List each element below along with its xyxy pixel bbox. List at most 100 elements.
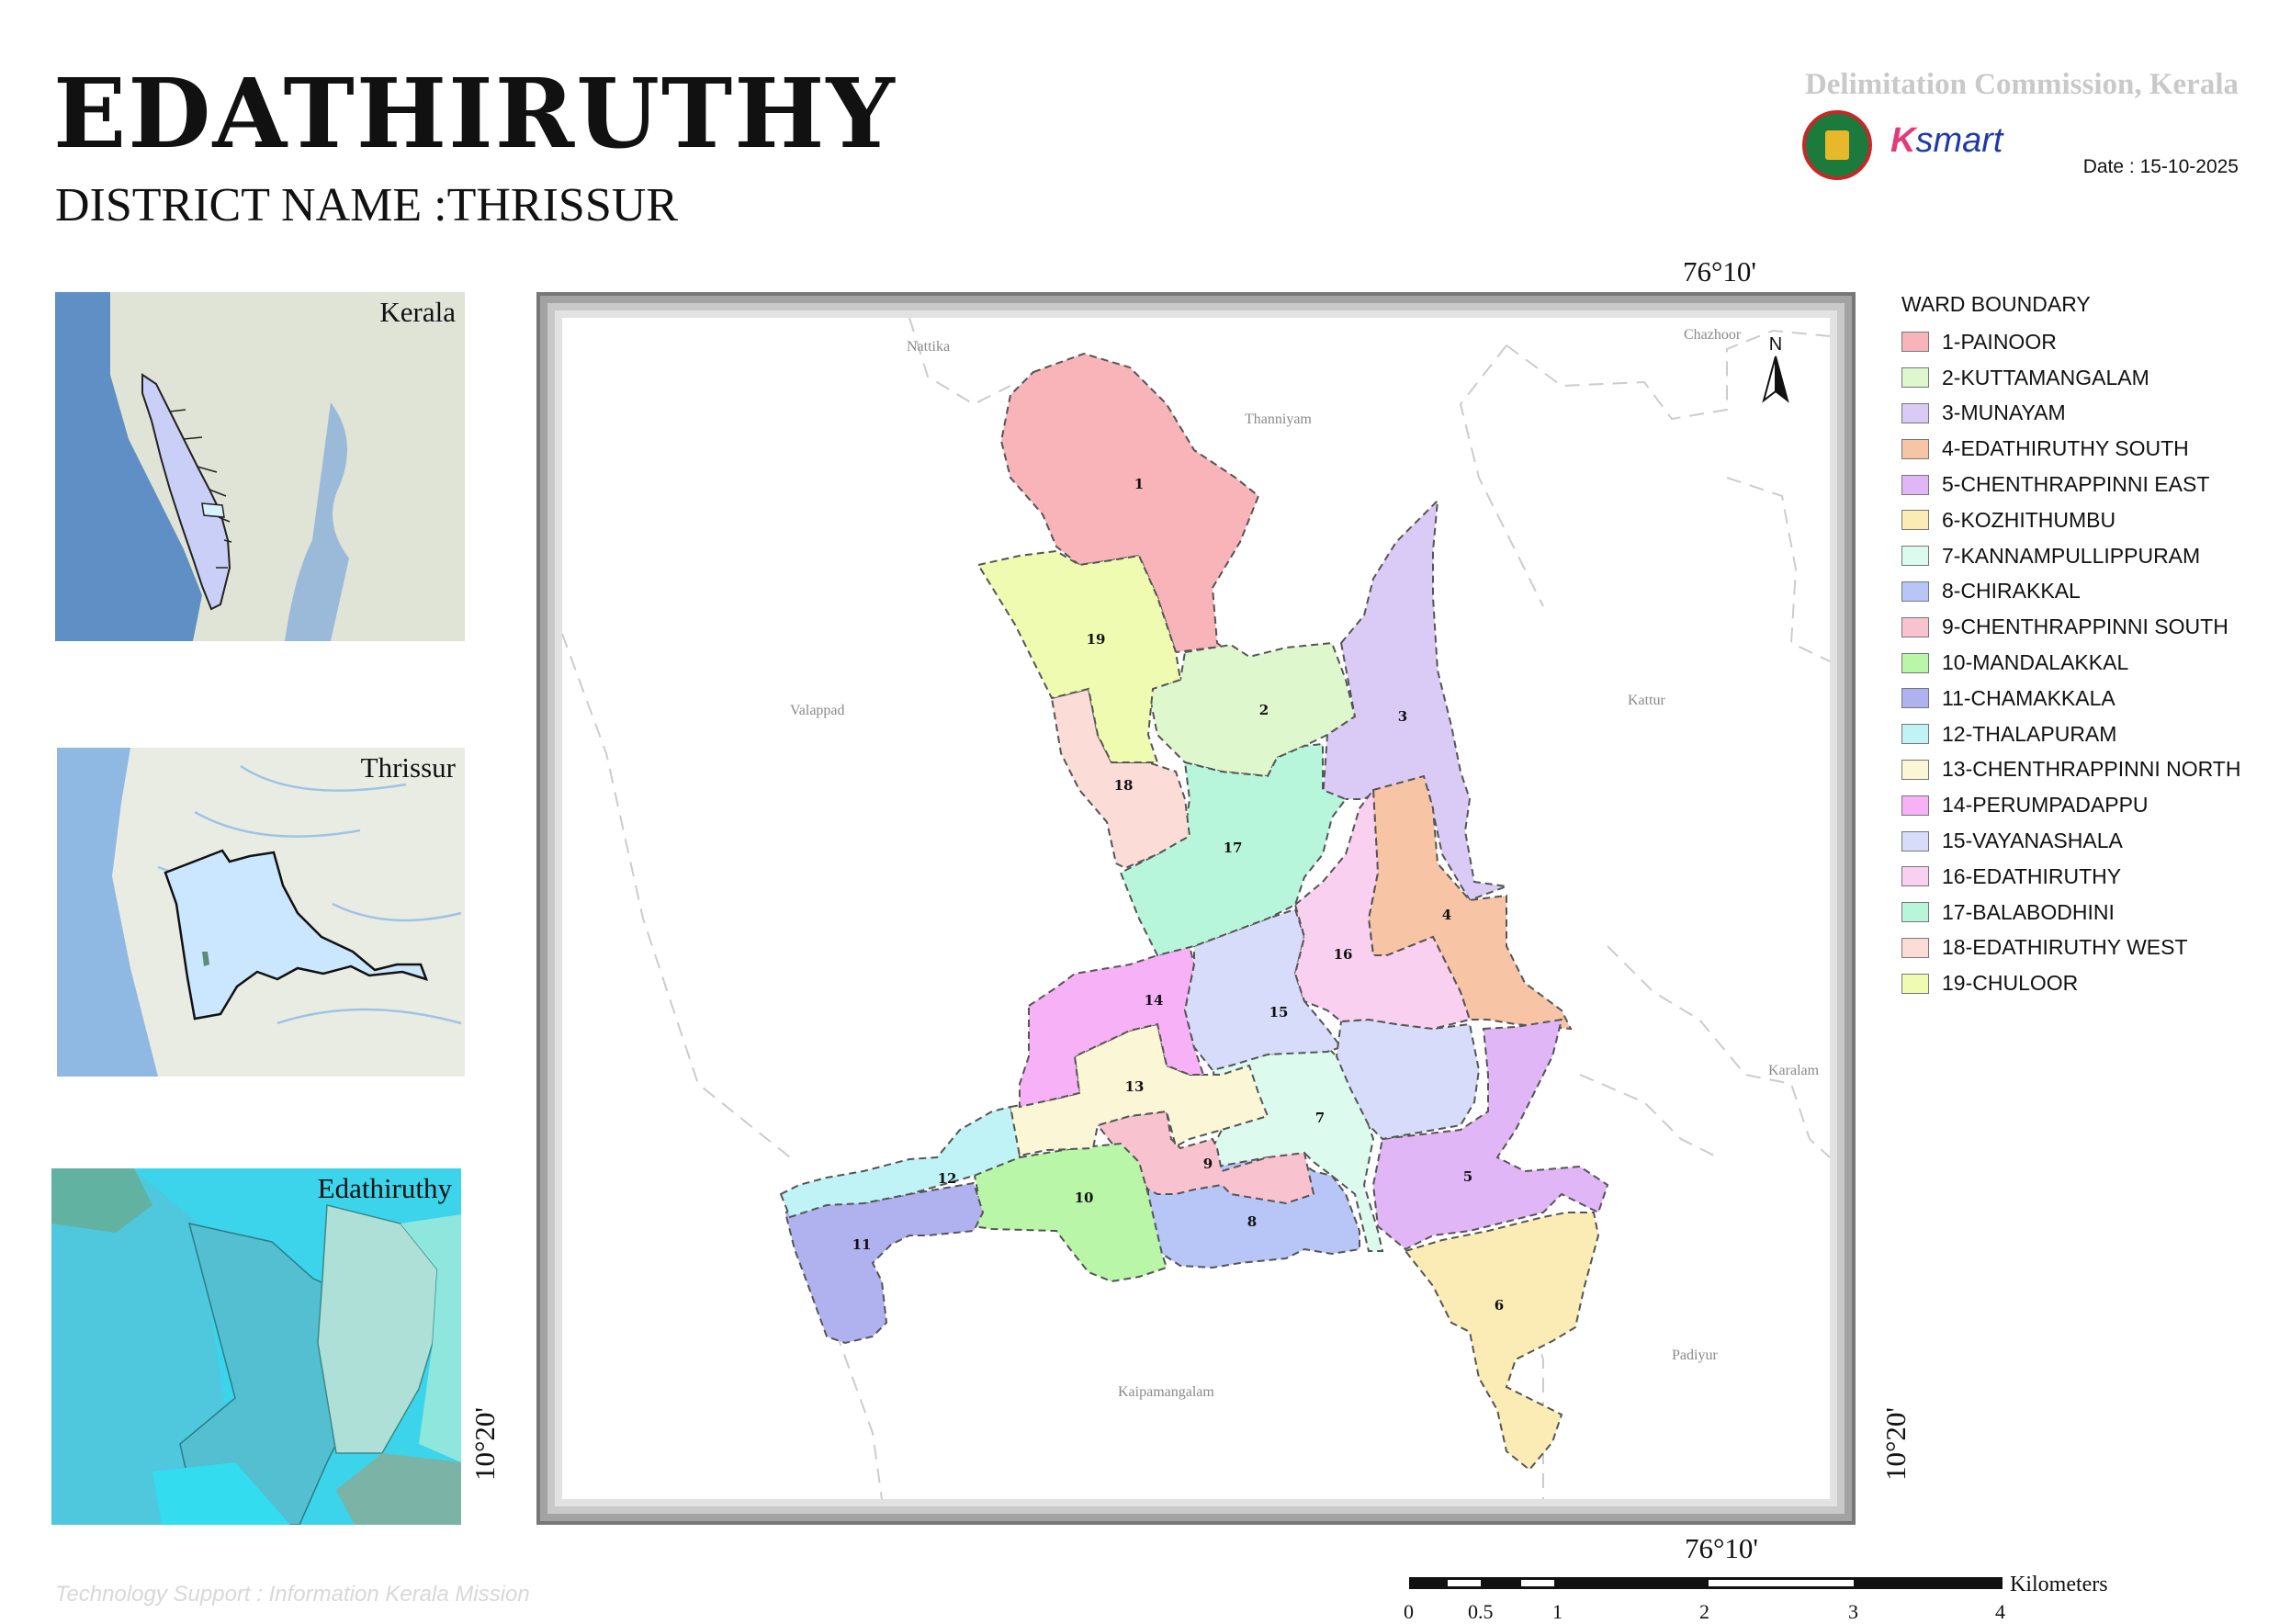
legend: WARD BOUNDARY 1-PAINOOR 2-KUTTAMANGALAM 3-… bbox=[1901, 292, 2240, 1001]
scale-tick-2: 2 bbox=[1699, 1600, 1709, 1623]
top-longitude-label: 76°10' bbox=[1683, 255, 1756, 288]
ward-number-7: 7 bbox=[1315, 1110, 1325, 1126]
right-latitude-label: 10°20' bbox=[1879, 1407, 1912, 1481]
legend-label: 8-CHIRAKKAL bbox=[1942, 579, 2081, 603]
legend-item: 5-CHENTHRAPPINNI EAST bbox=[1901, 467, 2240, 502]
scale-tick-4: 4 bbox=[1995, 1600, 2005, 1623]
ward-number-10: 10 bbox=[1075, 1190, 1094, 1206]
ward-number-3: 3 bbox=[1398, 708, 1407, 725]
legend-item: 2-KUTTAMANGALAM bbox=[1901, 360, 2240, 396]
ward-number-4: 4 bbox=[1442, 907, 1451, 923]
legend-item: 11-CHAMAKKALA bbox=[1901, 681, 2240, 716]
label-kaipamangalam: Kaipamangalam bbox=[1118, 1384, 1214, 1400]
edathiruthy-inset: Edathiruthy bbox=[51, 1168, 461, 1525]
legend-item: 12-THALAPURAM bbox=[1901, 716, 2240, 752]
ward-number-15: 15 bbox=[1269, 1004, 1289, 1021]
ward-number-9: 9 bbox=[1203, 1156, 1213, 1172]
legend-swatch bbox=[1901, 402, 1929, 423]
label-thanniyam: Thanniyam bbox=[1245, 412, 1312, 427]
kerala-inset-label: Kerala bbox=[379, 296, 456, 328]
scale-tick-1: 1 bbox=[1552, 1600, 1563, 1623]
legend-item: 7-KANNAMPULLIPPURAM bbox=[1901, 538, 2240, 574]
legend-item: 9-CHENTHRAPPINNI SOUTH bbox=[1901, 609, 2240, 645]
legend-label: 5-CHENTHRAPPINNI EAST bbox=[1942, 472, 2210, 497]
legend-label: 17-BALABODHINI bbox=[1942, 899, 2115, 924]
legend-label: 19-CHULOOR bbox=[1942, 971, 2079, 996]
label-valappad: Valappad bbox=[790, 703, 845, 718]
main-map-canvas: Nattika Thanniyam Chazhoor Valappad Katt… bbox=[536, 292, 1856, 1525]
ksmart-logo-text: smart bbox=[1915, 121, 2003, 160]
legend-label: 10-MANDALAKKAL bbox=[1942, 650, 2129, 675]
thrissur-inset: Thrissur bbox=[57, 748, 465, 1077]
legend-item: 15-VAYANASHALA bbox=[1901, 823, 2240, 859]
legend-swatch bbox=[1901, 724, 1929, 745]
legend-item: 16-EDATHIRUTHY bbox=[1901, 859, 2240, 895]
ward-number-13: 13 bbox=[1125, 1078, 1145, 1095]
legend-item: 8-CHIRAKKAL bbox=[1901, 574, 2240, 610]
ward-number-2: 2 bbox=[1259, 702, 1269, 718]
legend-label: 7-KANNAMPULLIPPURAM bbox=[1942, 543, 2201, 568]
legend-label: 13-CHENTHRAPPINNI NORTH bbox=[1942, 757, 2241, 782]
edathiruthy-inset-map bbox=[51, 1168, 461, 1525]
commission-name: Delimitation Commission, Kerala bbox=[1804, 68, 2239, 101]
legend-items: 1-PAINOOR 2-KUTTAMANGALAM 3-MUNAYAM 4-EDATH… bbox=[1901, 324, 2240, 1001]
election-commission-seal-icon bbox=[1802, 110, 1872, 180]
ksmart-logo: Ksmart bbox=[1890, 121, 2003, 161]
scale-tick-3: 3 bbox=[1848, 1600, 1858, 1623]
legend-swatch bbox=[1901, 616, 1929, 637]
map-date: Date : 15-10-2025 bbox=[2082, 156, 2239, 177]
legend-item: 19-CHULOOR bbox=[1901, 965, 2240, 1001]
thrissur-inset-label: Thrissur bbox=[360, 751, 456, 784]
scale-tick-0: 0 bbox=[1404, 1600, 1414, 1623]
legend-swatch bbox=[1901, 581, 1929, 602]
ward-number-6: 6 bbox=[1495, 1297, 1504, 1314]
legend-swatch bbox=[1901, 652, 1929, 673]
ward-number-19: 19 bbox=[1087, 631, 1106, 648]
bottom-longitude-label: 76°10' bbox=[1685, 1532, 1758, 1564]
left-latitude-label: 10°20' bbox=[468, 1407, 501, 1481]
legend-label: 12-THALAPURAM bbox=[1942, 721, 2117, 746]
district-name: DISTRICT NAME :THRISSUR bbox=[55, 179, 679, 231]
label-karalam: Karalam bbox=[1768, 1063, 1820, 1078]
legend-label: 1-PAINOOR bbox=[1942, 329, 2057, 354]
legend-label: 9-CHENTHRAPPINNI SOUTH bbox=[1942, 615, 2228, 639]
legend-swatch bbox=[1901, 866, 1929, 887]
label-nattika: Nattika bbox=[907, 339, 950, 355]
scale-unit-label: Kilometers bbox=[2010, 1573, 2108, 1596]
legend-swatch bbox=[1901, 937, 1929, 958]
technology-credit: Technology Support : Information Kerala … bbox=[55, 1582, 530, 1607]
legend-swatch bbox=[1901, 438, 1929, 459]
legend-swatch bbox=[1901, 759, 1929, 780]
legend-label: 16-EDATHIRUTHY bbox=[1942, 863, 2122, 888]
ksmart-logo-k: K bbox=[1890, 121, 1916, 160]
ward-number-11: 11 bbox=[852, 1236, 872, 1253]
label-chazhoor: Chazhoor bbox=[1684, 327, 1742, 343]
legend-item: 3-MUNAYAM bbox=[1901, 396, 2240, 432]
legend-item: 18-EDATHIRUTHY WEST bbox=[1901, 930, 2240, 966]
legend-item: 13-CHENTHRAPPINNI NORTH bbox=[1901, 752, 2240, 788]
edathiruthy-inset-label: Edathiruthy bbox=[317, 1172, 452, 1204]
legend-item: 6-KOZHITHUMBU bbox=[1901, 502, 2240, 538]
kerala-inset: Kerala bbox=[55, 292, 465, 641]
legend-swatch bbox=[1901, 332, 1929, 353]
legend-item: 14-PERUMPADAPPU bbox=[1901, 787, 2240, 823]
scale-tick-0-5: 0.5 bbox=[1468, 1600, 1494, 1623]
map-title: EDATHIRUTHY bbox=[53, 57, 897, 170]
thrissur-inset-map bbox=[57, 748, 465, 1077]
label-kattur: Kattur bbox=[1628, 693, 1666, 708]
north-arrow-label: N bbox=[1769, 334, 1782, 355]
ward-number-18: 18 bbox=[1114, 777, 1134, 794]
legend-label: 14-PERUMPADAPPU bbox=[1942, 793, 2149, 818]
legend-swatch bbox=[1901, 973, 1929, 994]
legend-label: 6-KOZHITHUMBU bbox=[1942, 507, 2116, 532]
legend-swatch bbox=[1901, 546, 1929, 567]
ward-number-14: 14 bbox=[1145, 992, 1164, 1009]
legend-label: 15-VAYANASHALA bbox=[1942, 829, 2123, 853]
legend-swatch bbox=[1901, 795, 1929, 816]
legend-title: WARD BOUNDARY bbox=[1901, 292, 2091, 316]
legend-swatch bbox=[1901, 367, 1929, 389]
ward-number-17: 17 bbox=[1224, 840, 1243, 856]
main-map: Nattika Thanniyam Chazhoor Valappad Katt… bbox=[536, 292, 1856, 1525]
ward-number-12: 12 bbox=[938, 1170, 957, 1187]
legend-swatch bbox=[1901, 688, 1929, 709]
